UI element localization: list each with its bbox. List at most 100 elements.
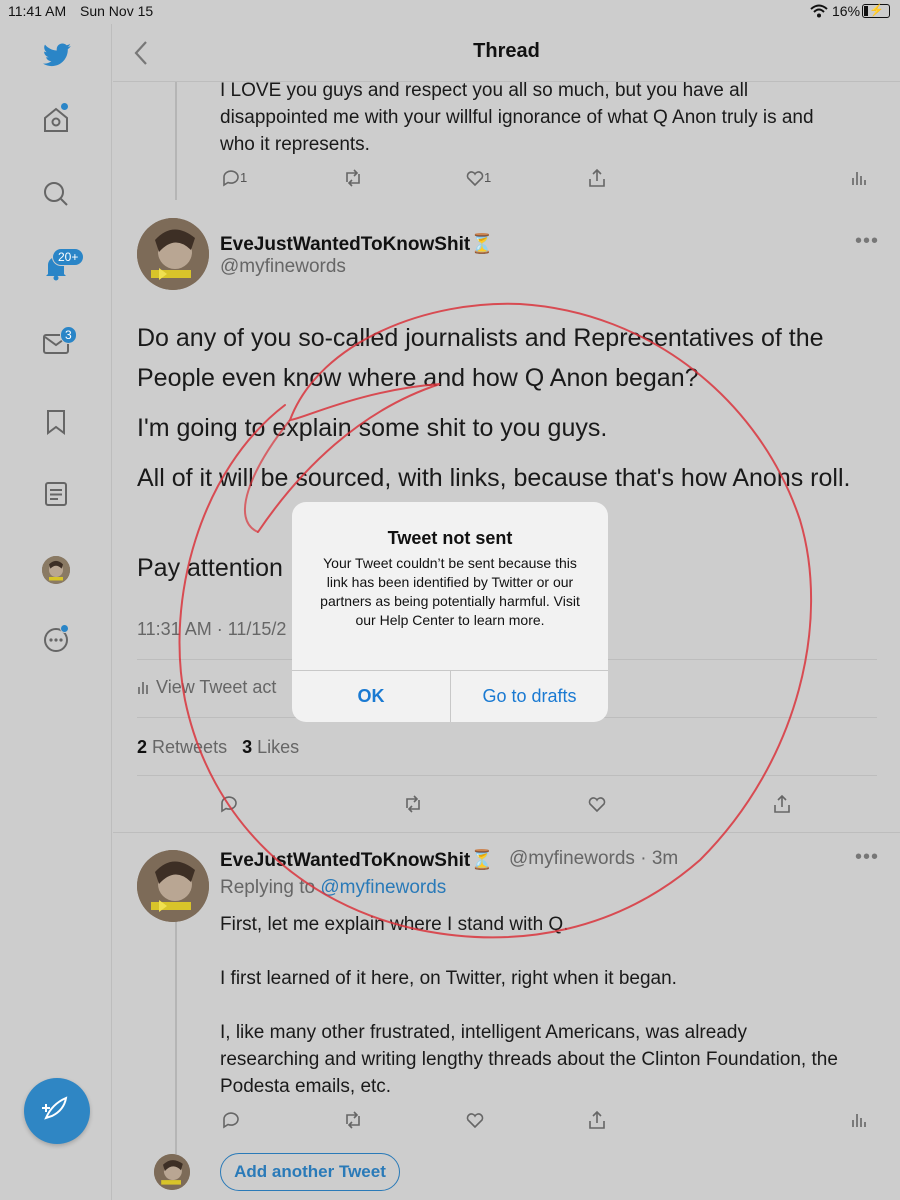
retweet-icon [346,1111,360,1129]
search-icon[interactable] [36,174,76,214]
divider [113,832,900,833]
main-share-button[interactable] [771,793,811,821]
prev-tweet-line: disappointed me with your willful ignora… [220,107,814,128]
compose-avatar [154,1154,190,1190]
reply-line: researching and writing lengthy threads … [220,1049,838,1070]
replying-prefix: Replying to [220,877,316,898]
reply-retweet-button[interactable] [342,1109,382,1137]
retweets-stat[interactable]: 2 Retweets [137,737,227,757]
reply-more-icon[interactable]: ••• [855,846,879,869]
reply-icon [221,796,237,813]
sidebar-nav: 20+ 3 [0,24,112,1200]
profile-avatar[interactable] [42,556,70,584]
prev-reply-button[interactable]: 1 [220,167,260,195]
wifi-icon [810,4,828,21]
reply-icon [223,170,239,187]
twitter-logo-icon[interactable] [36,36,76,76]
likes-stat[interactable]: 3 Likes [242,737,299,757]
notifications-badge: 20+ [52,248,85,266]
reply-line: I first learned of it here, on Twitter, … [220,968,677,989]
tweet-timestamp: 11:31 AM · 11/15/2 [137,619,287,639]
bookmark-icon[interactable] [36,402,76,442]
home-icon[interactable] [36,100,76,140]
main-retweet-button[interactable] [402,793,442,821]
reply-like-button[interactable] [464,1109,504,1137]
add-another-tweet-button[interactable]: Add another Tweet [220,1153,400,1191]
alert-title: Tweet not sent [387,528,513,548]
reply-line: I, like many other frustrated, intellige… [220,1022,747,1043]
battery-percent: 16% [832,3,861,19]
home-new-dot [60,102,69,111]
reply-author-avatar[interactable] [137,850,209,922]
retweets-count: 2 [137,737,148,757]
replying-to: Replying to @myfinewords [220,877,446,899]
share-icon [774,794,790,813]
author-handle[interactable]: @myfinewords [220,256,346,278]
messages-badge: 3 [60,326,77,344]
divider [137,775,877,776]
prev-analytics-button[interactable] [848,167,870,195]
replying-handle-link[interactable]: @myfinewords [320,877,446,898]
lists-icon[interactable] [36,474,76,514]
heart-icon [466,1113,484,1129]
compose-tweet-button[interactable] [24,1078,90,1144]
reply-author-name[interactable]: EveJustWantedToKnowShit⏳ [220,848,494,872]
main-like-button[interactable] [586,793,626,821]
engagement-stats: 2 Retweets 3 Likes [137,737,299,758]
view-tweet-activity-link[interactable]: View Tweet act [137,677,276,698]
thread-line-bottom [175,912,177,1154]
retweet-icon [346,169,360,187]
prev-reply-count: 1 [240,170,248,185]
reply-line: First, let me explain where I stand with… [220,914,569,935]
prev-like-count: 1 [484,170,492,185]
page-title: Thread [473,40,540,62]
analytics-icon [852,172,866,185]
alert-ok-button[interactable]: OK [292,670,450,722]
status-time: 11:41 AM [8,3,67,19]
main-reply-button[interactable] [218,793,258,821]
author-display-name[interactable]: EveJustWantedToKnowShit⏳ [220,232,494,256]
status-date: Sun Nov 15 [80,3,154,19]
main-tweet-paragraph: All of it will be sourced, with links, b… [137,464,851,492]
charging-bolt-icon: ⚡ [869,3,884,17]
analytics-icon [852,1114,866,1127]
heart-icon [588,797,606,813]
notifications-bell-icon[interactable]: 20+ [36,246,85,286]
prev-tweet-line: I LOVE you guys and respect you all so m… [220,80,749,101]
tweet-more-icon[interactable]: ••• [855,230,879,253]
reply-handle-time: @myfinewords · 3m [509,848,679,869]
share-icon [589,1110,605,1129]
thread-header: Thread [113,24,900,82]
prev-tweet-line: who it represents. [220,134,370,155]
reply-reply-button[interactable] [220,1109,260,1137]
reply-share-button[interactable] [586,1109,626,1137]
likes-count: 3 [242,737,253,757]
more-new-dot [60,624,69,633]
retweets-label: Retweets [152,737,228,757]
hourglass-emoji: ⏳ [470,850,494,871]
main-tweet-paragraph: I'm going to explain some shit to you gu… [137,414,608,442]
prev-like-button[interactable]: 1 [464,167,504,195]
heart-icon [466,171,484,187]
reply-author-name-text: EveJustWantedToKnowShit [220,850,471,871]
status-bar: 11:41 AM Sun Nov 15 16% ⚡ [0,0,900,24]
more-options-icon[interactable] [36,620,76,660]
author-name-text: EveJustWantedToKnowShit [220,234,471,255]
reply-analytics-button[interactable] [848,1109,870,1137]
view-activity-label: View Tweet act [156,677,277,697]
thread-line-top [175,82,177,200]
battery-icon: ⚡ [862,3,890,18]
share-icon [589,168,605,187]
author-avatar[interactable] [137,218,209,290]
battery-fill [864,6,869,16]
alert-message: Your Tweet couldn’t be sent because this… [320,555,580,628]
analytics-icon [138,682,148,694]
prev-retweet-button[interactable] [342,167,382,195]
hourglass-emoji: ⏳ [470,234,494,255]
messages-mail-icon[interactable]: 3 [36,324,77,364]
prev-share-button[interactable] [586,167,626,195]
tweet-not-sent-alert: Tweet not sent Your Tweet couldn’t be se… [292,502,608,722]
go-to-drafts-button[interactable]: Go to drafts [451,670,608,722]
likes-label: Likes [257,737,300,757]
retweet-icon [406,795,420,813]
